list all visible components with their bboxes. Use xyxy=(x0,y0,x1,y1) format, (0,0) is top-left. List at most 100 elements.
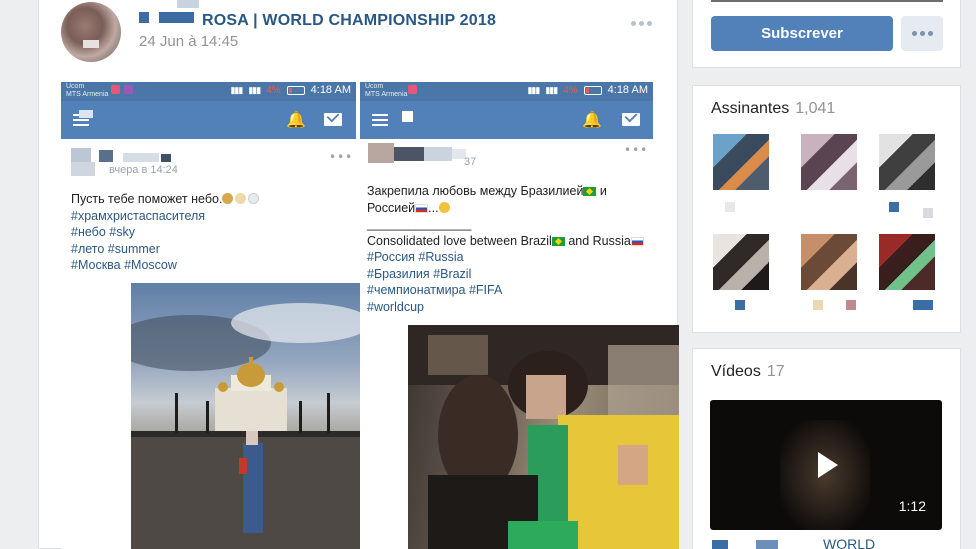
subscribe-button[interactable]: Subscrever xyxy=(711,16,893,51)
hashtag-line[interactable]: #лето #summer xyxy=(71,241,351,258)
inner-post-header: вчера в 14:24 ••• xyxy=(61,139,356,179)
caption-text: Россией xyxy=(367,200,416,215)
post-more-button[interactable] xyxy=(631,18,657,28)
caption-right: Закрепила любовь между Бразилией и Росси… xyxy=(367,183,652,315)
member-name-pixelated xyxy=(813,300,823,310)
carrier-label: Ucom MTS Armenia xyxy=(66,83,109,98)
caption-text: Consolidated love between Brazil xyxy=(367,233,552,248)
member-name-pixelated xyxy=(725,202,735,212)
hashtag-line[interactable]: #Россия #Russia xyxy=(367,249,652,266)
pixelated-name xyxy=(123,153,159,162)
hashtag-line[interactable]: #worldcup xyxy=(367,299,652,316)
mail-icon[interactable] xyxy=(622,113,640,126)
pixelated-name xyxy=(424,147,452,161)
couple-photo[interactable] xyxy=(408,325,679,549)
group-avatar[interactable] xyxy=(61,2,121,62)
inner-post-meta: 37 xyxy=(464,156,477,168)
group-name-link[interactable]: ROSA | WORLD CHAMPIONSHIP 2018 xyxy=(202,12,496,30)
video-duration: 1:12 xyxy=(898,498,926,514)
videos-heading[interactable]: Vídeos 17 xyxy=(711,363,785,381)
signal-icon: ▮▮▮ xyxy=(527,84,540,95)
member-name-pixelated xyxy=(923,208,933,218)
inner-post-header: 37 ••• xyxy=(360,139,653,179)
pixelated-name xyxy=(99,150,113,162)
brazil-flag-icon xyxy=(551,236,565,246)
smile-emoji-icon xyxy=(438,201,450,213)
bell-icon[interactable]: 🔔 xyxy=(582,110,602,129)
mail-icon[interactable] xyxy=(324,113,342,126)
hashtag-line[interactable]: #Бразилия #Brazil xyxy=(367,266,652,283)
members-title: Assinantes xyxy=(711,100,790,117)
video-title[interactable]: WORLD xyxy=(823,536,875,549)
member-name-pixelated xyxy=(846,300,856,310)
caption-text: Закрепила любовь между Бразилией xyxy=(367,184,584,198)
videos-count: 17 xyxy=(766,363,785,380)
member-avatar[interactable] xyxy=(713,134,769,190)
caption-text: и xyxy=(596,184,607,198)
subscribe-card: Subscrever xyxy=(692,0,961,68)
cathedral-illustration xyxy=(131,303,366,549)
battery-percent: 4% xyxy=(266,84,281,96)
signal-icon: ▮▮▮ xyxy=(230,84,243,95)
pixelated-block xyxy=(402,111,413,122)
cloud-emoji-icon xyxy=(248,193,260,204)
member-avatar[interactable] xyxy=(801,134,857,190)
caption-text: Пусть тебе поможет небо. xyxy=(71,192,223,206)
video-thumbnail[interactable]: 1:12 xyxy=(710,400,942,530)
member-avatar[interactable] xyxy=(801,234,857,290)
status-time: 4:18 AM xyxy=(310,84,351,96)
app-navbar: 🔔 xyxy=(360,101,653,139)
member-name-pixelated xyxy=(735,300,745,310)
videos-title: Vídeos xyxy=(711,363,761,380)
signal-icon: ▮▮▮ xyxy=(545,84,558,95)
member-avatar[interactable] xyxy=(879,134,935,190)
hashtag-line[interactable]: #Москва #Moscow xyxy=(71,257,351,274)
member-avatar[interactable] xyxy=(713,234,769,290)
caption-text: and Russia xyxy=(564,233,631,248)
brazil-flag-icon xyxy=(583,187,597,196)
play-icon[interactable] xyxy=(818,452,838,478)
battery-icon xyxy=(583,85,602,95)
pixelated-name-part xyxy=(139,12,149,23)
pixelated-name xyxy=(394,147,424,161)
pixelated-block xyxy=(79,110,93,118)
inner-more-icon: ••• xyxy=(329,150,354,164)
pixelated-name-part xyxy=(177,0,199,8)
hashtag-line[interactable]: #чемпионатмира #FIFA xyxy=(367,282,652,299)
menu-icon[interactable] xyxy=(372,114,388,126)
member-name-pixelated xyxy=(913,300,933,310)
post-date[interactable]: 24 Jun à 14:45 xyxy=(139,33,238,50)
cover-edge xyxy=(711,0,943,2)
signal-icon: ▮▮▮ xyxy=(248,84,261,95)
members-card: Assinantes 1,041 xyxy=(692,85,961,333)
carrier-label: Ucom MTS Armenia xyxy=(365,83,408,98)
status-app-icons xyxy=(111,85,133,94)
pixelated-avatar xyxy=(71,162,95,176)
russia-flag-icon xyxy=(415,203,429,213)
video-title-pixelated xyxy=(756,540,778,549)
hashtag-line[interactable]: #храмхристаспасителя xyxy=(71,208,351,225)
member-avatar[interactable] xyxy=(879,234,935,290)
members-heading[interactable]: Assinantes 1,041 xyxy=(711,100,835,118)
pray-emoji-icon xyxy=(222,193,234,204)
pixelated-avatar xyxy=(71,148,91,162)
battery-percent: 4% xyxy=(563,84,578,96)
bell-icon[interactable]: 🔔 xyxy=(286,110,306,129)
status-right-cluster: ▮▮▮ ▮▮▮ 4% 4:18 AM xyxy=(230,84,351,96)
pixelated-name-part xyxy=(159,12,194,23)
app-navbar: 🔔 xyxy=(61,101,356,139)
members-count: 1,041 xyxy=(795,100,836,117)
caption-divider: _______________ xyxy=(367,217,472,231)
more-actions-button[interactable] xyxy=(901,16,943,51)
cathedral-photo[interactable] xyxy=(131,283,366,549)
status-app-icons xyxy=(408,85,417,94)
video-title-pixelated xyxy=(712,540,728,549)
hashtag-line[interactable]: #небо #sky xyxy=(71,224,351,241)
status-right-cluster: ▮▮▮ ▮▮▮ 4% 4:18 AM xyxy=(527,84,648,96)
member-name-pixelated xyxy=(889,202,899,212)
pixelated-name xyxy=(161,154,171,162)
post-card: ROSA | WORLD CHAMPIONSHIP 2018 24 Jun à … xyxy=(38,0,679,549)
phone-status-bar: Ucom MTS Armenia ▮▮▮ ▮▮▮ 4% 4:18 AM xyxy=(360,82,653,101)
inner-more-icon: ••• xyxy=(624,143,649,157)
status-time: 4:18 AM xyxy=(607,84,648,96)
